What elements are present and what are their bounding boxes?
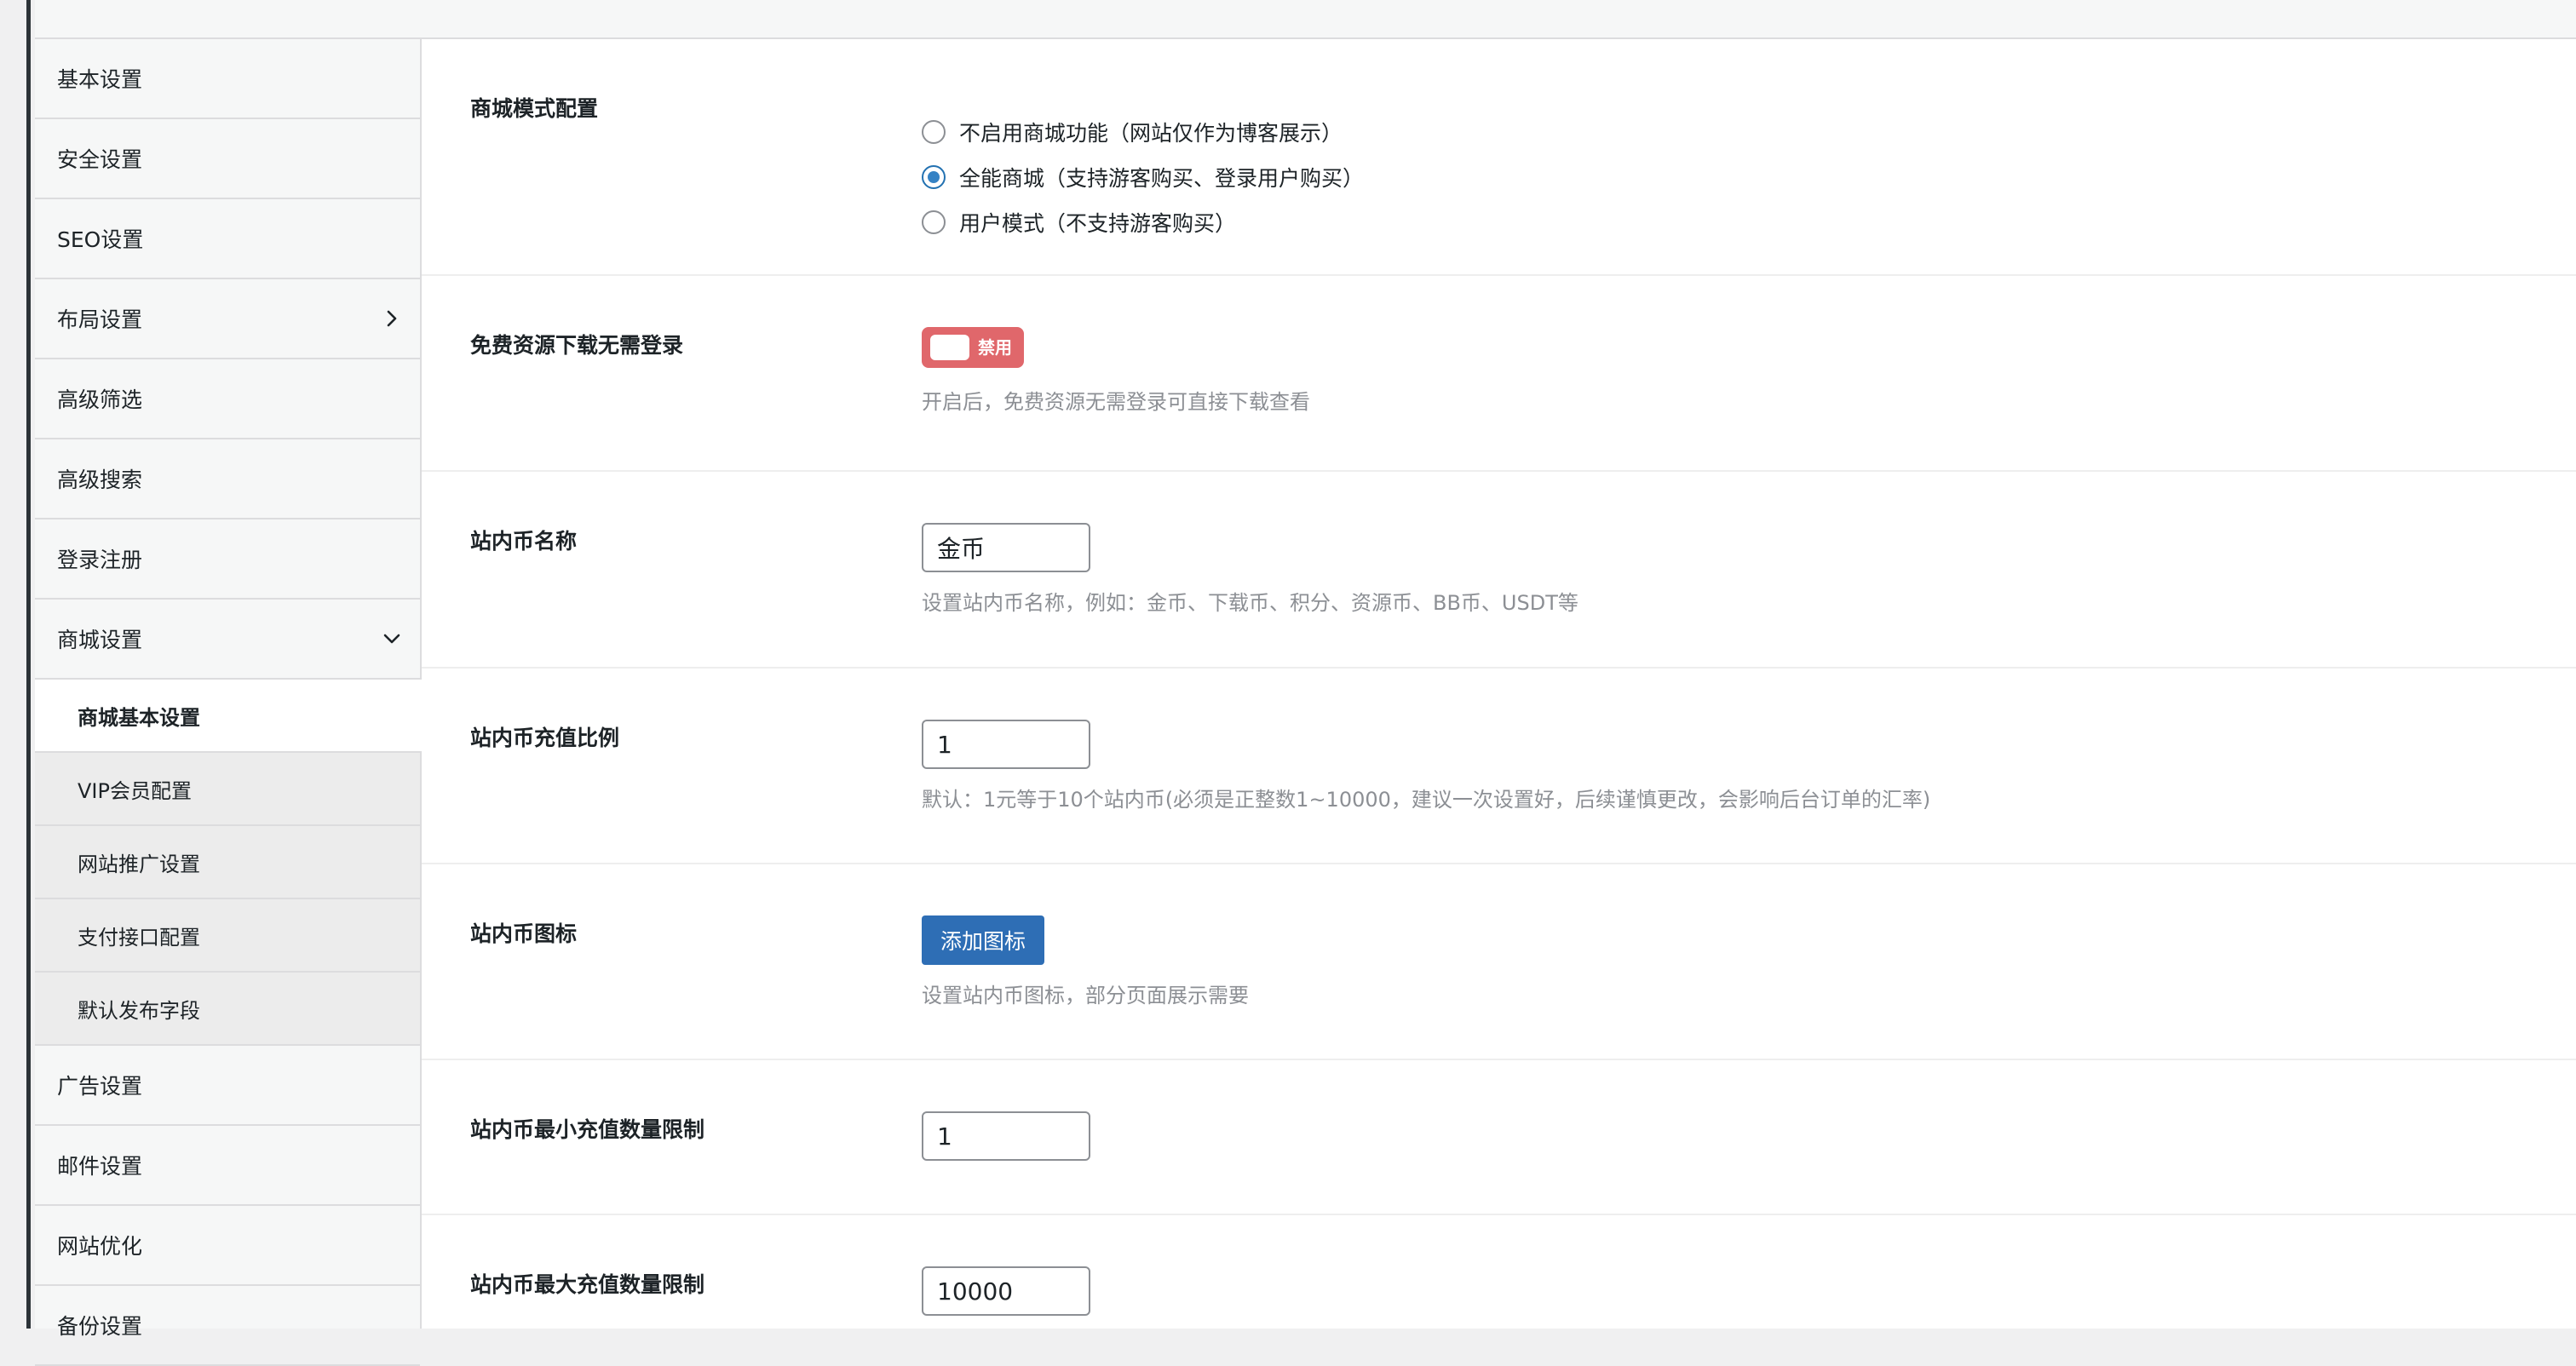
sidebar-subitem-label: 默认发布字段: [78, 998, 200, 1023]
sidebar-item-advanced-search[interactable]: 高级搜索: [35, 439, 420, 519]
sidebar-item-label: 邮件设置: [57, 1154, 143, 1179]
sidebar-item-login-register[interactable]: 登录注册: [35, 519, 420, 600]
sidebar-item-label: 商城设置: [57, 628, 143, 652]
setting-row-coin-min: 站内币最小充值数量限制: [422, 1060, 2576, 1215]
sidebar-item-label: 基本设置: [57, 67, 143, 92]
sidebar-item-seo[interactable]: SEO设置: [35, 199, 420, 279]
setting-row-coin-name: 站内币名称 设置站内币名称，例如：金币、下载币、积分、资源币、BB币、USDT等: [422, 472, 2576, 669]
sidebar-item-shop[interactable]: 商城设置: [35, 600, 420, 680]
sidebar-item-backup[interactable]: 备份设置: [35, 1286, 420, 1366]
setting-label: 站内币充值比例: [470, 726, 620, 750]
coin-name-input[interactable]: [922, 523, 1090, 572]
chevron-down-icon: [381, 628, 403, 650]
sidebar-subitem-label: 网站推广设置: [78, 852, 200, 876]
sidebar-item-label: 高级筛选: [57, 387, 143, 412]
sidebar-subitem-label: VIP会员配置: [78, 778, 192, 803]
radio-button-checked[interactable]: [922, 164, 946, 189]
setting-row-shop-mode: 商城模式配置 不启用商城功能（网站仅作为博客展示） 全能商城（支持游客购买、登录…: [422, 39, 2576, 276]
chevron-right-icon: [381, 307, 403, 330]
sidebar-item-layout[interactable]: 布局设置: [35, 279, 420, 359]
sidebar-item-label: 布局设置: [57, 307, 143, 332]
admin-menu-edge: [0, 0, 31, 1329]
sidebar-subitem-promotion[interactable]: 网站推广设置: [35, 826, 420, 899]
free-download-toggle[interactable]: 禁用: [922, 327, 1024, 368]
setting-row-coin-ratio: 站内币充值比例 默认：1元等于10个站内币(必须是正整数1~10000，建议一次…: [422, 669, 2576, 864]
radio-label: 全能商城（支持游客购买、登录用户购买）: [959, 165, 1365, 191]
setting-label: 站内币最小充值数量限制: [470, 1117, 705, 1142]
setting-row-coin-max: 站内币最大充值数量限制: [422, 1215, 2576, 1329]
sidebar-item-label: SEO设置: [57, 227, 144, 252]
radio-label: 用户模式（不支持游客购买）: [959, 210, 1237, 236]
coin-max-input[interactable]: [922, 1266, 1090, 1316]
sidebar-subitem-label: 支付接口配置: [78, 925, 200, 950]
radio-button[interactable]: [922, 119, 946, 144]
top-bar: [35, 0, 2576, 39]
settings-sidebar: 基本设置 安全设置 SEO设置 布局设置 高级筛选 高级搜索 登录注册 商城设置…: [35, 39, 422, 1366]
sidebar-item-label: 安全设置: [57, 147, 143, 172]
setting-description: 设置站内币名称，例如：金币、下载币、积分、资源币、BB币、USDT等: [922, 591, 1578, 615]
setting-label: 站内币最大充值数量限制: [470, 1272, 705, 1297]
sidebar-item-label: 登录注册: [57, 548, 143, 572]
setting-label: 站内币图标: [470, 921, 578, 946]
toggle-text: 禁用: [978, 337, 1012, 358]
sidebar-subitem-default-fields[interactable]: 默认发布字段: [35, 973, 420, 1046]
sidebar-item-ads[interactable]: 广告设置: [35, 1046, 420, 1126]
setting-label: 免费资源下载无需登录: [470, 333, 684, 358]
shop-mode-option-full[interactable]: 全能商城（支持游客购买、登录用户购买）: [922, 154, 1364, 199]
sidebar-item-advanced-filter[interactable]: 高级筛选: [35, 359, 420, 439]
setting-label: 站内币名称: [470, 529, 578, 554]
setting-description: 设置站内币图标，部分页面展示需要: [922, 984, 1249, 1007]
radio-label: 不启用商城功能（网站仅作为博客展示）: [959, 120, 1343, 146]
coin-min-input[interactable]: [922, 1111, 1090, 1161]
setting-row-coin-icon: 站内币图标 添加图标 设置站内币图标，部分页面展示需要: [422, 864, 2576, 1060]
shop-mode-option-blog[interactable]: 不启用商城功能（网站仅作为博客展示）: [922, 109, 1364, 154]
sidebar-item-label: 广告设置: [57, 1074, 143, 1099]
settings-content: 商城模式配置 不启用商城功能（网站仅作为博客展示） 全能商城（支持游客购买、登录…: [422, 39, 2576, 1329]
radio-button[interactable]: [922, 209, 946, 234]
add-icon-button[interactable]: 添加图标: [922, 915, 1045, 965]
sidebar-item-mail[interactable]: 邮件设置: [35, 1126, 420, 1206]
setting-row-free-download: 免费资源下载无需登录 禁用 开启后，免费资源无需登录可直接下载查看: [422, 276, 2576, 472]
coin-ratio-input[interactable]: [922, 720, 1090, 769]
toggle-knob: [930, 335, 969, 360]
shop-mode-radio-group: 不启用商城功能（网站仅作为博客展示） 全能商城（支持游客购买、登录用户购买） 用…: [922, 109, 1364, 244]
setting-description: 默认：1元等于10个站内币(必须是正整数1~10000，建议一次设置好，后续谨慎…: [922, 788, 1931, 812]
sidebar-item-label: 备份设置: [57, 1314, 143, 1339]
sidebar-item-security[interactable]: 安全设置: [35, 119, 420, 199]
shop-mode-option-user[interactable]: 用户模式（不支持游客购买）: [922, 199, 1364, 244]
sidebar-subitem-label: 商城基本设置: [78, 705, 200, 730]
setting-description: 开启后，免费资源无需登录可直接下载查看: [922, 390, 1310, 414]
sidebar-item-basic[interactable]: 基本设置: [35, 39, 420, 119]
sidebar-subitem-vip[interactable]: VIP会员配置: [35, 753, 420, 826]
setting-label: 商城模式配置: [470, 96, 599, 121]
sidebar-item-label: 高级搜索: [57, 468, 143, 492]
sidebar-subitem-payment[interactable]: 支付接口配置: [35, 899, 420, 973]
sidebar-item-optimization[interactable]: 网站优化: [35, 1206, 420, 1286]
sidebar-subitem-shop-basic[interactable]: 商城基本设置: [35, 680, 422, 753]
sidebar-item-label: 网站优化: [57, 1234, 143, 1259]
